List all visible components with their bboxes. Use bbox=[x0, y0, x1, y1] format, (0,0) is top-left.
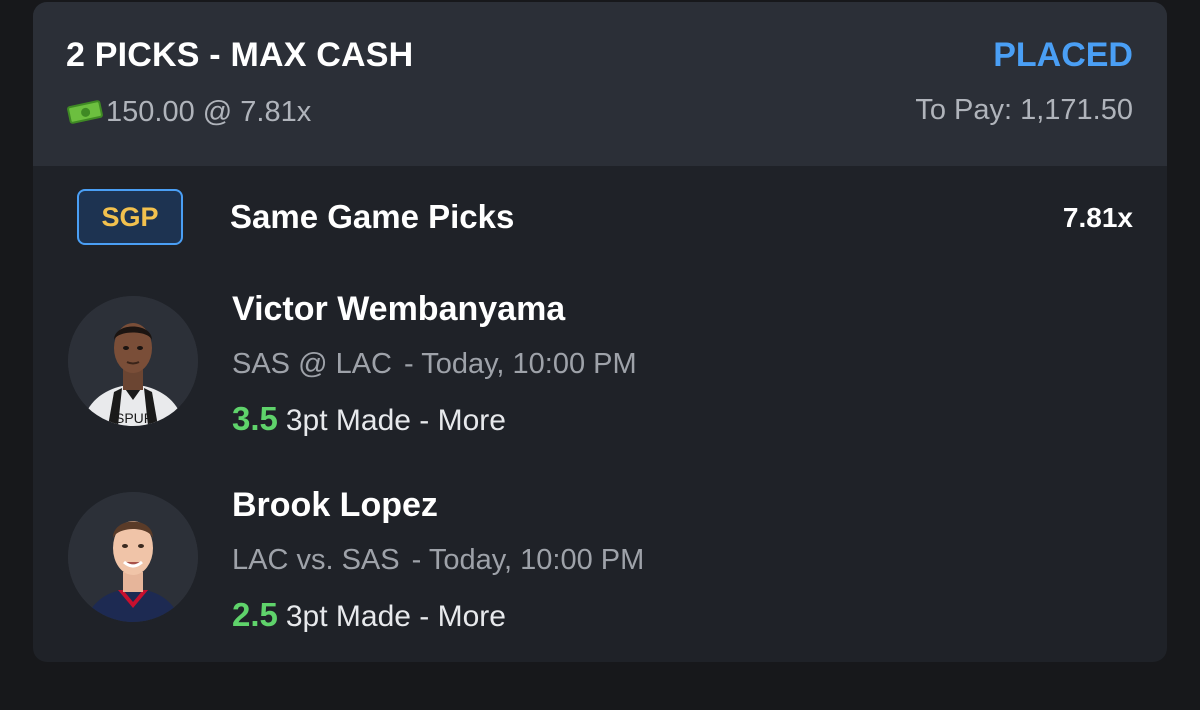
game-time: - Today, 10:00 PM bbox=[411, 544, 645, 576]
game-info: SAS @ LAC - Today, 10:00 PM bbox=[232, 348, 637, 381]
group-multiplier: 7.81x bbox=[1062, 202, 1133, 233]
player-name: Brook Lopez bbox=[232, 486, 438, 524]
to-pay-amount: To Pay: 1,171.50 bbox=[915, 94, 1133, 126]
pick-row[interactable]: SPUR Victor Wembanyama SAS @ LAC - Today,… bbox=[33, 280, 1167, 450]
stake-amount: 150.00 @ 7.81x bbox=[106, 95, 312, 128]
entry-title: 2 PICKS - MAX CASH bbox=[66, 36, 414, 74]
sgp-badge: SGP bbox=[77, 189, 183, 245]
player-name: Victor Wembanyama bbox=[232, 290, 566, 328]
game-info: LAC vs. SAS - Today, 10:00 PM bbox=[232, 544, 644, 577]
pick-row[interactable]: Brook Lopez LAC vs. SAS - Today, 10:00 PM… bbox=[33, 476, 1167, 646]
line-value: 2.5 bbox=[232, 596, 278, 633]
matchup: LAC vs. SAS bbox=[232, 544, 400, 576]
player-avatar: SPUR bbox=[68, 296, 198, 426]
matchup: SAS @ LAC bbox=[232, 348, 392, 380]
player-avatar bbox=[68, 492, 198, 622]
stat-selection: 3pt Made - More bbox=[285, 404, 506, 437]
money-bill-icon bbox=[66, 99, 104, 125]
entry-header: 2 PICKS - MAX CASH PLACED 150.00 @ 7.81x… bbox=[33, 2, 1167, 166]
wager-info: 150.00 @ 7.81x bbox=[66, 94, 311, 130]
pick-line: 2.5 3pt Made - More bbox=[232, 596, 506, 634]
entry-card[interactable]: 2 PICKS - MAX CASH PLACED 150.00 @ 7.81x… bbox=[33, 2, 1167, 662]
pick-line: 3.5 3pt Made - More bbox=[232, 400, 506, 438]
line-value: 3.5 bbox=[232, 400, 278, 437]
stat-selection: 3pt Made - More bbox=[285, 600, 506, 633]
group-title: Same Game Picks bbox=[230, 198, 515, 235]
game-time: - Today, 10:00 PM bbox=[404, 348, 637, 380]
status-badge: PLACED bbox=[993, 36, 1133, 74]
svg-text:SPUR: SPUR bbox=[115, 410, 154, 426]
